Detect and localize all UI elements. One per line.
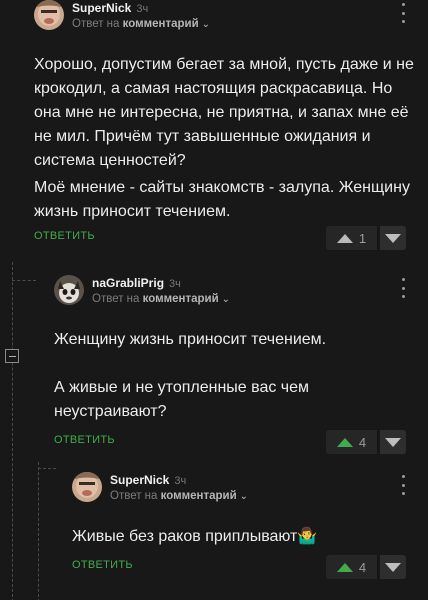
comment-body: Женщину жизнь приносит течением. А живые… [54,315,414,424]
comment-footer: ОТВЕТИТЬ 1 [34,226,414,252]
vote-widget: 4 [326,555,406,579]
more-options-icon[interactable] [398,475,408,495]
comment-paragraph: Моё мнение - сайты знакомств - залупа. Ж… [34,179,410,220]
reply-target: комментарий [122,18,199,30]
downvote-arrow-icon [385,437,401,447]
reply-prefix: Ответ на [92,293,140,305]
comment-body: Хорошо, допустим бегает за мной, пусть д… [34,40,414,224]
thread-guide-line [12,262,13,600]
downvote-arrow-icon [385,233,401,243]
comment: SuperNick 3ч Ответ на комментарий ⌄ Живые … [72,472,414,581]
reply-to-link[interactable]: Ответ на комментарий ⌄ [92,293,230,305]
comment-header: naGrabliPrig 3ч Ответ на комментарий ⌄ [54,275,414,315]
vote-widget: 4 [326,430,406,454]
more-options-icon[interactable] [398,278,408,298]
upvote-arrow-icon [336,437,353,447]
chevron-down-icon: ⌄ [201,19,211,30]
reply-target: комментарий [160,490,237,502]
upvote-arrow-icon [336,562,353,572]
reply-target: комментарий [142,293,219,305]
more-options-icon[interactable] [398,3,408,23]
reply-button[interactable]: ОТВЕТИТЬ [34,230,95,242]
comment-header: SuperNick 3ч Ответ на комментарий ⌄ [34,0,414,40]
reply-prefix: Ответ на [110,490,158,502]
vote-widget: 1 [326,226,406,250]
reply-to-link[interactable]: Ответ на комментарий ⌄ [110,490,248,502]
author-info: naGrabliPrig 3ч [92,276,181,290]
comment-body: Живые без раков приплывают🤷‍♂️ [72,512,414,549]
reply-prefix: Ответ на [72,18,120,30]
upvote-button[interactable]: 4 [326,555,378,579]
downvote-arrow-icon [385,562,401,572]
comment-footer: ОТВЕТИТЬ 4 [72,555,414,581]
downvote-button[interactable] [380,226,406,250]
comment: SuperNick 3ч Ответ на комментарий ⌄ Хорошо… [34,0,414,252]
vote-count: 4 [358,434,367,450]
minus-icon [8,355,16,357]
comment-paragraph: Хорошо, допустим бегает за мной, пусть д… [34,56,414,169]
author-name[interactable]: SuperNick [72,1,131,15]
avatar[interactable] [54,275,84,305]
comment-paragraph: Женщину жизнь приносит течением. [54,331,327,348]
author-info: SuperNick 3ч [110,473,186,487]
reply-to-link[interactable]: Ответ на комментарий ⌄ [72,18,210,30]
comment-age: 3ч [136,3,149,15]
downvote-button[interactable] [380,555,406,579]
comment-header: SuperNick 3ч Ответ на комментарий ⌄ [72,472,414,512]
upvote-button[interactable]: 4 [326,430,378,454]
author-info: SuperNick 3ч [72,1,148,15]
upvote-arrow-icon [336,233,353,243]
chevron-down-icon: ⌄ [221,294,231,305]
vote-count: 1 [358,230,367,246]
reply-button[interactable]: ОТВЕТИТЬ [72,559,133,571]
author-name[interactable]: SuperNick [110,473,169,487]
comment: naGrabliPrig 3ч Ответ на комментарий ⌄ Жен… [54,275,414,456]
downvote-button[interactable] [380,430,406,454]
comment-paragraph: А живые и не утопленные вас чем неустраи… [54,379,310,420]
comment-age: 3ч [174,475,187,487]
vote-count: 4 [358,559,367,575]
thread-branch-line [12,280,36,281]
author-name[interactable]: naGrabliPrig [92,276,164,290]
avatar[interactable] [34,0,64,30]
comment-footer: ОТВЕТИТЬ 4 [54,430,414,456]
thread-guide-line-nested [38,462,39,600]
chevron-down-icon: ⌄ [239,491,249,502]
upvote-button[interactable]: 1 [326,226,378,250]
avatar[interactable] [72,472,102,502]
thread-branch-line-nested [38,468,56,469]
reply-button[interactable]: ОТВЕТИТЬ [54,434,115,446]
comment-paragraph: Живые без раков приплывают🤷‍♂️ [72,528,318,545]
collapse-thread-button[interactable] [5,349,19,363]
comment-age: 3ч [169,278,181,290]
